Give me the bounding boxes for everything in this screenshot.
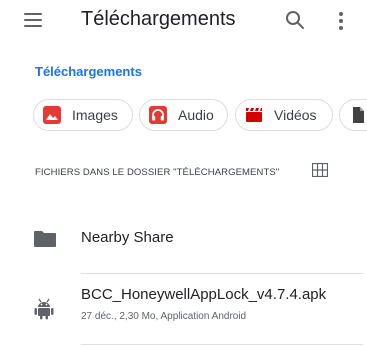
clapperboard-icon bbox=[245, 106, 263, 124]
android-icon bbox=[34, 298, 54, 320]
breadcrumb[interactable]: Téléchargements bbox=[35, 64, 142, 79]
hamburger-menu-icon[interactable] bbox=[24, 10, 44, 30]
document-icon bbox=[349, 106, 367, 124]
headphones-icon bbox=[149, 106, 167, 124]
app-bar: Téléchargements bbox=[0, 0, 367, 44]
chip-label: Audio bbox=[178, 107, 214, 123]
chip-audio[interactable]: Audio bbox=[139, 99, 228, 131]
file-name: BCC_HoneywellAppLock_v4.7.4.apk bbox=[81, 286, 327, 303]
file-name: Nearby Share bbox=[81, 229, 174, 246]
list-item[interactable]: BCC_HoneywellAppLock_v4.7.4.apk 27 déc.,… bbox=[0, 280, 367, 344]
chip-videos[interactable]: Vidéos bbox=[235, 99, 333, 131]
image-icon bbox=[43, 106, 61, 124]
folder-icon bbox=[34, 231, 56, 247]
chip-documents[interactable] bbox=[339, 99, 367, 131]
section-header: FICHIERS DANS LE DOSSIER "TÉLÉCHARGEMENT… bbox=[35, 167, 280, 178]
chip-label: Images bbox=[72, 107, 118, 123]
chip-label: Vidéos bbox=[274, 107, 317, 123]
filter-chips: Images Audio Vidéos bbox=[0, 99, 367, 135]
divider bbox=[81, 273, 363, 274]
list-item[interactable]: Nearby Share bbox=[0, 215, 367, 273]
file-details: 27 déc., 2,30 Mo, Application Android bbox=[81, 311, 247, 322]
grid-view-icon[interactable] bbox=[311, 162, 329, 178]
divider bbox=[81, 344, 363, 345]
search-icon[interactable] bbox=[284, 9, 306, 31]
more-vert-icon[interactable] bbox=[336, 10, 346, 32]
chip-images[interactable]: Images bbox=[33, 99, 133, 131]
page-title: Téléchargements bbox=[81, 8, 236, 30]
